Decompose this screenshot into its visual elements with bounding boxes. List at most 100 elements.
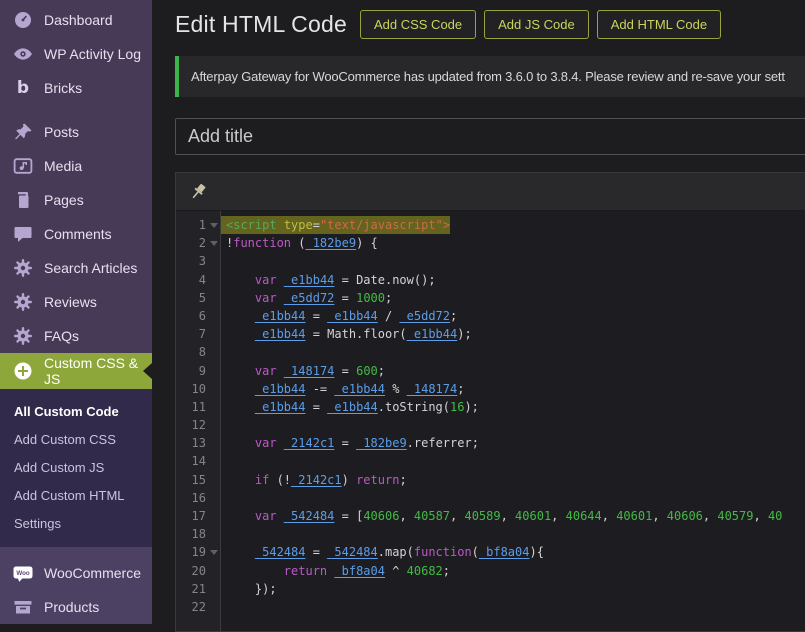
line-number: 19 (176, 543, 221, 561)
pages-icon (13, 190, 33, 210)
add-js-code-button[interactable]: Add JS Code (484, 10, 589, 39)
woocommerce-icon: Woo (13, 563, 33, 583)
sidebar-item-comments[interactable]: Comments (0, 217, 152, 251)
sidebar-item-faqs[interactable]: FAQs (0, 319, 152, 353)
line-number: 3 (176, 252, 221, 270)
submenu-item-add-custom-css[interactable]: Add Custom CSS (0, 425, 152, 453)
menu-separator (0, 105, 152, 115)
code-line-text: _542484 = _542484.map(function(_bf8a04){ (221, 543, 805, 561)
line-number: 8 (176, 343, 221, 361)
code-line: 18 (176, 525, 805, 543)
code-line-text: return _bf8a04 ^ 40682; (221, 562, 805, 580)
code-line-text (221, 252, 805, 270)
code-line: 3 (176, 252, 805, 270)
code-line: 16 (176, 489, 805, 507)
line-number: 1 (176, 216, 221, 234)
sidebar-item-label: Products (44, 599, 99, 615)
update-notice: Afterpay Gateway for WooCommerce has upd… (175, 56, 805, 97)
sidebar-item-label: Reviews (44, 294, 97, 310)
code-line: 10 _e1bb44 -= _e1bb44 % _148174; (176, 380, 805, 398)
code-line-text (221, 489, 805, 507)
code-line-text: var _e1bb44 = Date.now(); (221, 271, 805, 289)
comments-icon (13, 224, 33, 244)
sidebar-item-wp-activity-log[interactable]: WP Activity Log (0, 37, 152, 71)
sidebar-item-bricks[interactable]: bBricks (0, 71, 152, 105)
gear-icon (13, 292, 33, 312)
editor-toolbar (176, 173, 805, 211)
sidebar-item-media[interactable]: Media (0, 149, 152, 183)
line-number: 14 (176, 452, 221, 470)
code-line: 12 (176, 416, 805, 434)
notice-text: Afterpay Gateway for WooCommerce has upd… (191, 69, 785, 84)
submenu-item-add-custom-js[interactable]: Add Custom JS (0, 453, 152, 481)
sidebar-item-label: Comments (44, 226, 112, 242)
submenu-item-all-custom-code[interactable]: All Custom Code (0, 397, 152, 425)
sidebar-item-label: Media (44, 158, 82, 174)
code-line-text: }); (221, 580, 805, 598)
fold-arrow-icon[interactable] (210, 550, 218, 555)
submenu-item-settings[interactable]: Settings (0, 509, 152, 537)
line-number: 2 (176, 234, 221, 252)
add-css-code-button[interactable]: Add CSS Code (360, 10, 476, 39)
pushpin-icon (13, 122, 33, 142)
code-line-text: var _148174 = 600; (221, 362, 805, 380)
sidebar-item-label: Posts (44, 124, 79, 140)
code-lines: 1<script type="text/javascript">2!functi… (176, 211, 805, 616)
sidebar-item-custom-css-js[interactable]: Custom CSS & JS (0, 353, 152, 389)
sidebar-item-posts[interactable]: Posts (0, 115, 152, 149)
code-line: 2!function (_182be9) { (176, 234, 805, 252)
line-number: 10 (176, 380, 221, 398)
gear-icon (13, 258, 33, 278)
code-line-text: var _542484 = [40606, 40587, 40589, 4060… (221, 507, 805, 525)
sidebar-item-label: FAQs (44, 328, 79, 344)
code-line: 7 _e1bb44 = Math.floor(_e1bb44); (176, 325, 805, 343)
sidebar-item-label: Dashboard (44, 12, 113, 28)
code-line-text (221, 598, 805, 616)
code-editor[interactable]: 1<script type="text/javascript">2!functi… (176, 211, 805, 631)
sidebar-item-reviews[interactable]: Reviews (0, 285, 152, 319)
code-line-text (221, 416, 805, 434)
line-number: 13 (176, 434, 221, 452)
code-line: 5 var _e5dd72 = 1000; (176, 289, 805, 307)
bricks-icon: b (13, 78, 33, 98)
code-line: 21 }); (176, 580, 805, 598)
sidebar-submenu: All Custom CodeAdd Custom CSSAdd Custom … (0, 389, 152, 547)
code-line-text (221, 452, 805, 470)
pin-icon[interactable] (188, 182, 208, 202)
code-line: 9 var _148174 = 600; (176, 362, 805, 380)
code-line: 22 (176, 598, 805, 616)
sidebar-item-pages[interactable]: Pages (0, 183, 152, 217)
sidebar-section-main: Dashboard WP Activity LogbBricks Posts Medi… (0, 0, 152, 353)
code-line: 14 (176, 452, 805, 470)
code-line: 13 var _2142c1 = _182be9.referrer; (176, 434, 805, 452)
fold-arrow-icon[interactable] (210, 223, 218, 228)
line-number: 12 (176, 416, 221, 434)
sidebar-item-products[interactable]: Products (0, 590, 152, 624)
sidebar-item-woocommerce[interactable]: Woo WooCommerce (0, 556, 152, 590)
line-number: 5 (176, 289, 221, 307)
sidebar-item-label: WooCommerce (44, 565, 141, 581)
title-input[interactable] (175, 118, 805, 155)
add-html-code-button[interactable]: Add HTML Code (597, 10, 721, 39)
line-number: 17 (176, 507, 221, 525)
code-line-text: _e1bb44 -= _e1bb44 % _148174; (221, 380, 805, 398)
fold-arrow-icon[interactable] (210, 241, 218, 246)
sidebar-item-label: Search Articles (44, 260, 137, 276)
eye-icon (13, 44, 33, 64)
page-header: Edit HTML Code Add CSS CodeAdd JS CodeAd… (175, 9, 805, 39)
code-line: 4 var _e1bb44 = Date.now(); (176, 271, 805, 289)
code-line: 17 var _542484 = [40606, 40587, 40589, 4… (176, 507, 805, 525)
code-line-text: var _e5dd72 = 1000; (221, 289, 805, 307)
sidebar-item-dashboard[interactable]: Dashboard (0, 3, 152, 37)
code-line: 1<script type="text/javascript"> (176, 216, 805, 234)
main-content: Edit HTML Code Add CSS CodeAdd JS CodeAd… (152, 0, 805, 624)
code-line: 19 _542484 = _542484.map(function(_bf8a0… (176, 543, 805, 561)
code-line-text: _e1bb44 = _e1bb44.toString(16); (221, 398, 805, 416)
media-icon (13, 156, 33, 176)
line-number: 21 (176, 580, 221, 598)
submenu-item-add-custom-html[interactable]: Add Custom HTML (0, 481, 152, 509)
sidebar-item-search-articles[interactable]: Search Articles (0, 251, 152, 285)
code-line-text: <script type="text/javascript"> (221, 216, 805, 234)
code-editor-panel: 1<script type="text/javascript">2!functi… (175, 172, 805, 632)
code-line-text: !function (_182be9) { (221, 234, 805, 252)
